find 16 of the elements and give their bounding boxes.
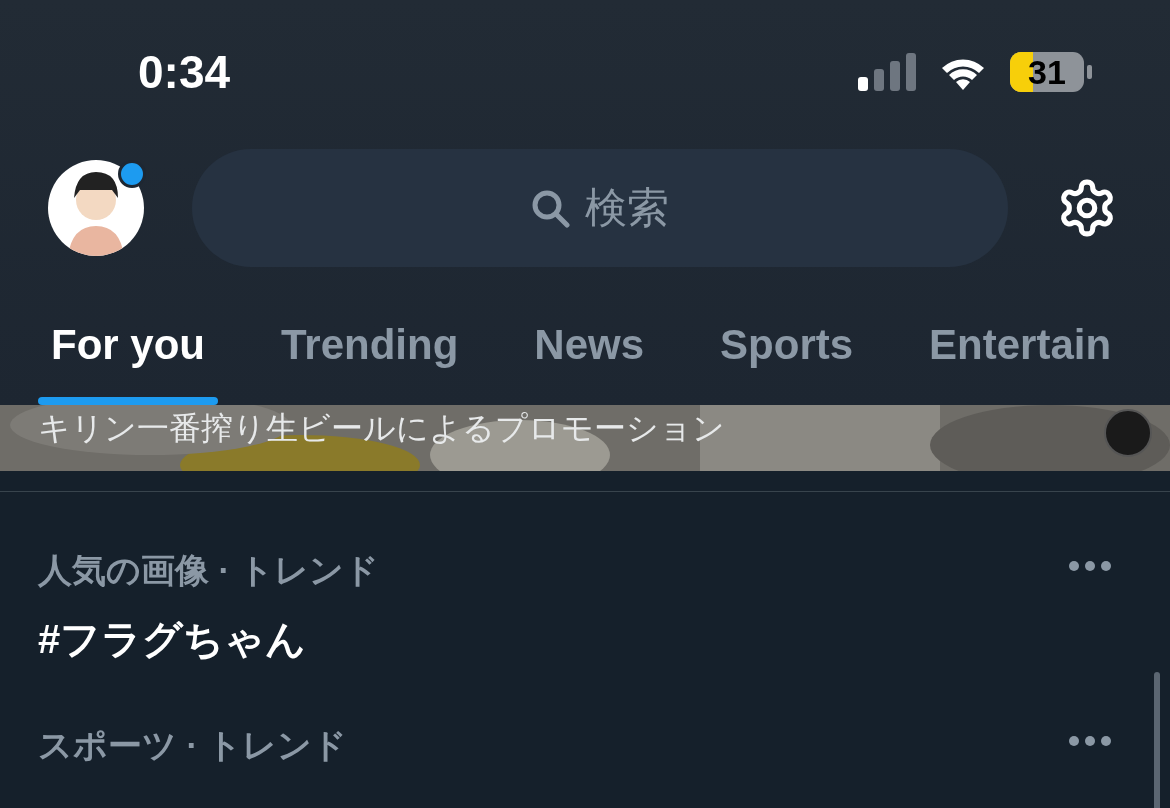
- more-options-icon[interactable]: [1068, 560, 1112, 572]
- search-field[interactable]: 検索: [192, 149, 1008, 267]
- trend-context: 人気の画像 · トレンド: [38, 550, 380, 591]
- feed-tab[interactable]: For you: [38, 321, 218, 405]
- feed-tab[interactable]: Trending: [268, 321, 472, 405]
- more-options-icon[interactable]: [1068, 735, 1112, 747]
- trend-title[interactable]: #フラグちゃん: [38, 612, 380, 667]
- search-icon: [530, 188, 570, 228]
- battery-tip-icon: [1087, 65, 1092, 79]
- feed-tab[interactable]: News: [521, 321, 658, 405]
- feed-tab[interactable]: Sports: [707, 321, 867, 405]
- trend-context: スポーツ · トレンド: [38, 725, 348, 766]
- signal-icon: [858, 53, 916, 91]
- feed-tab[interactable]: Entertain: [916, 321, 1125, 405]
- promotion-label: キリン一番搾り生ビールによるプロモーション: [38, 409, 725, 448]
- status-time: 0:34: [138, 45, 231, 99]
